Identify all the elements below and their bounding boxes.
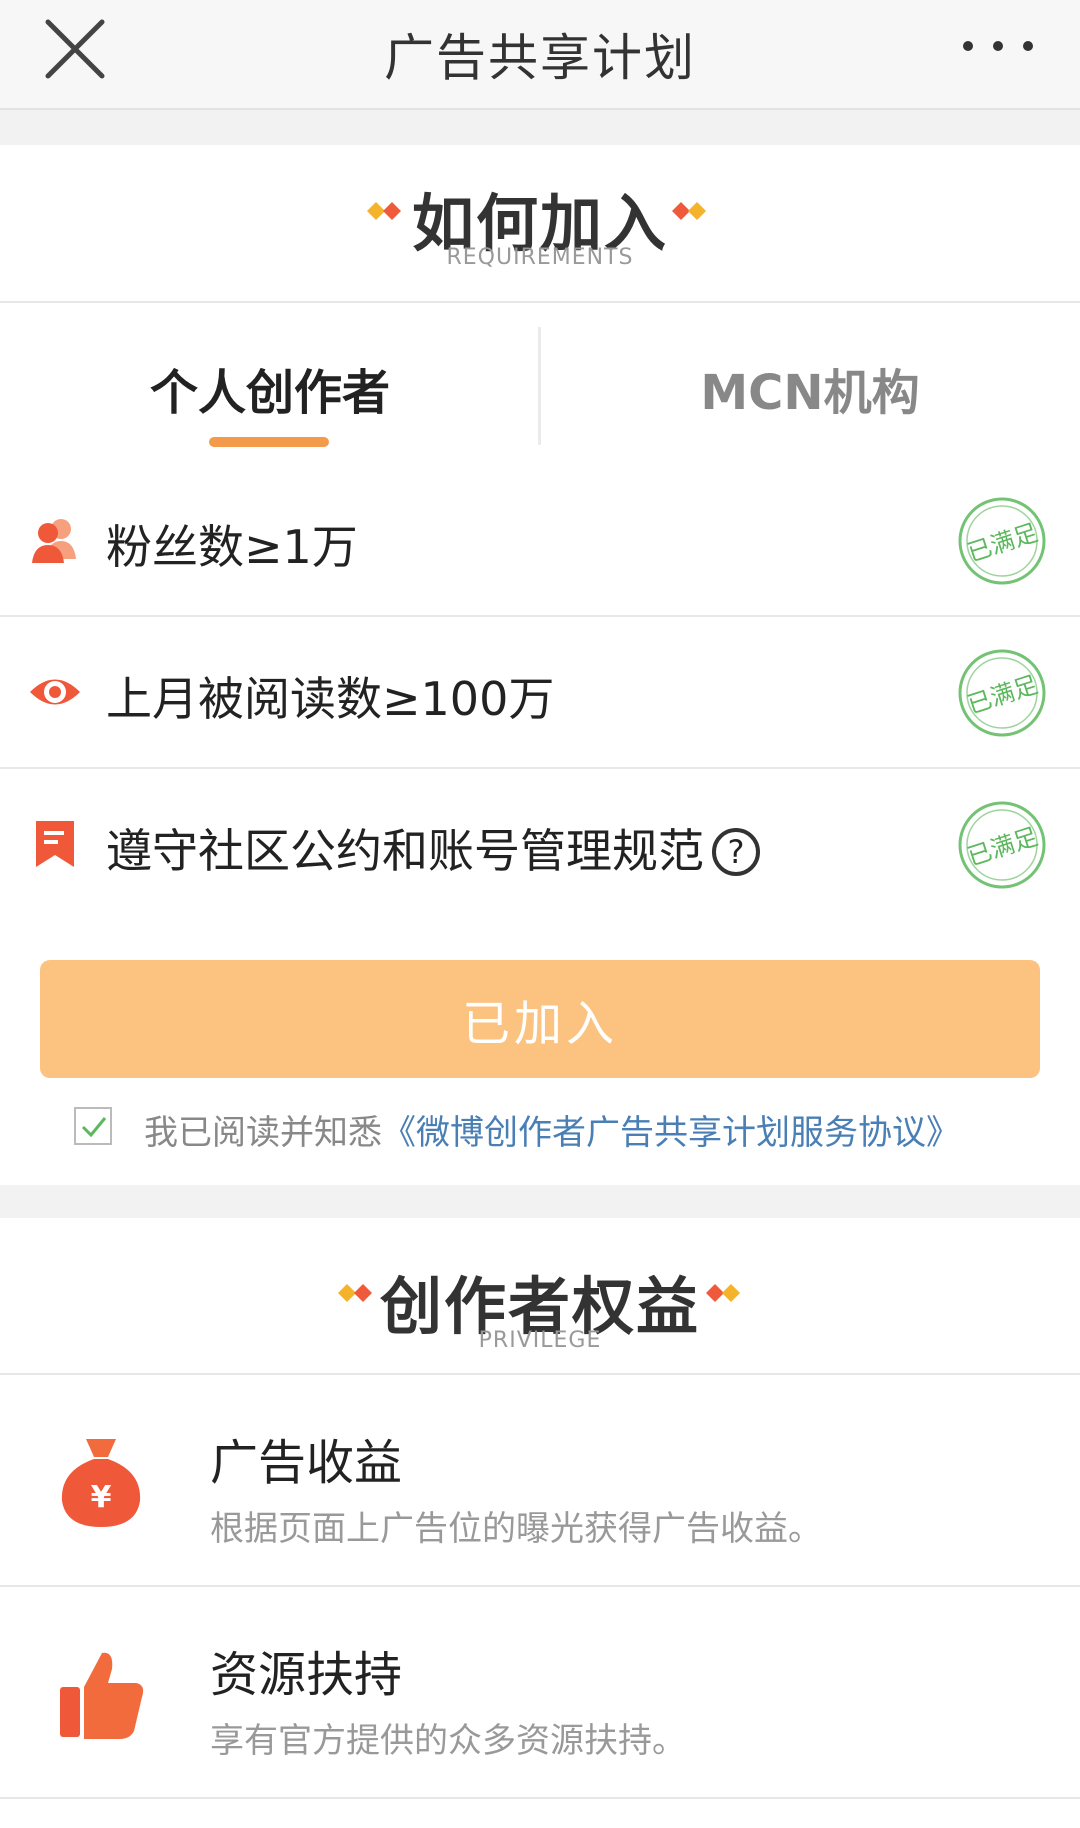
joined-button[interactable]: 已加入 — [40, 960, 1040, 1078]
stamp-text: 已满足 — [964, 518, 1041, 567]
privilege-title: 广告收益 — [210, 1435, 403, 1491]
privilege-desc: 享有官方提供的众多资源扶持。 — [210, 1721, 686, 1761]
requirement-row: 粉丝数≥1万 已满足 — [0, 465, 1080, 617]
requirement-text: 粉丝数≥1万 — [106, 520, 358, 574]
tab-mcn[interactable]: MCN机构 — [540, 303, 1080, 451]
requirement-label: 遵守社区公约和账号管理规范 — [106, 824, 704, 878]
satisfied-stamp-icon: 已满足 — [958, 649, 1046, 737]
satisfied-stamp-icon: 已满足 — [958, 497, 1046, 585]
diamond-decor-icon — [672, 202, 706, 220]
more-options-icon[interactable] — [958, 36, 1038, 56]
tab-label: MCN机构 — [700, 365, 920, 421]
privilege-desc: 根据页面上广告位的曝光获得广告收益。 — [210, 1509, 822, 1549]
agreement-checkbox[interactable] — [74, 1107, 112, 1145]
section-subtitle: PRIVILEGE — [478, 1328, 602, 1353]
requirement-row: 遵守社区公约和账号管理规范? 已满足 — [0, 769, 1080, 921]
yen-glyph: ¥ — [91, 1480, 112, 1515]
requirement-text: 上月被阅读数≥100万 — [106, 672, 555, 726]
privilege-row: 资源扶持 享有官方提供的众多资源扶持。 — [0, 1587, 1080, 1799]
agreement-text: 我已阅读并知悉《微博创作者广告共享计划服务协议》 — [144, 1105, 960, 1154]
stamp-text: 已满足 — [964, 670, 1041, 719]
diamond-decor-icon — [706, 1284, 740, 1302]
requirement-row: 上月被阅读数≥100万 已满足 — [0, 617, 1080, 769]
tab-label: 个人创作者 — [149, 365, 390, 421]
stamp-text: 已满足 — [964, 822, 1041, 871]
requirements-header: 如何加入 REQUIREMENTS — [0, 145, 1080, 303]
money-bag-icon: ¥ — [61, 1439, 141, 1527]
tab-personal-creator[interactable]: 个人创作者 — [0, 303, 540, 451]
eye-icon — [30, 679, 80, 705]
thumbs-up-icon — [60, 1652, 144, 1739]
creator-type-tabs: 个人创作者 MCN机构 — [0, 303, 1080, 451]
active-tab-indicator — [209, 437, 329, 447]
checkmark-icon — [81, 1117, 107, 1138]
privilege-title: 资源扶持 — [210, 1647, 403, 1703]
requirement-text: 遵守社区公约和账号管理规范? — [106, 815, 760, 881]
help-icon[interactable]: ? — [712, 828, 760, 876]
requirements-card: 如何加入 REQUIREMENTS 个人创作者 MCN机构 粉丝数≥1万 已满足 — [0, 145, 1080, 1185]
section-subtitle: REQUIREMENTS — [446, 245, 634, 270]
privilege-header: 创作者权益 PRIVILEGE — [0, 1218, 1080, 1375]
bookmark-icon — [36, 821, 74, 867]
privilege-card: 创作者权益 PRIVILEGE ¥ 广告收益 根据页面上广告位的曝光获得广告收益… — [0, 1218, 1080, 1828]
privilege-row: ¥ 广告收益 根据页面上广告位的曝光获得广告收益。 — [0, 1375, 1080, 1587]
satisfied-stamp-icon: 已满足 — [958, 801, 1046, 889]
page-title: 广告共享计划 — [384, 29, 696, 87]
top-bar: 广告共享计划 — [0, 0, 1080, 110]
fans-icon — [32, 519, 76, 563]
agreement-prefix: 我已阅读并知悉 — [144, 1113, 382, 1153]
agreement-link[interactable]: 《微博创作者广告共享计划服务协议》 — [382, 1113, 960, 1153]
